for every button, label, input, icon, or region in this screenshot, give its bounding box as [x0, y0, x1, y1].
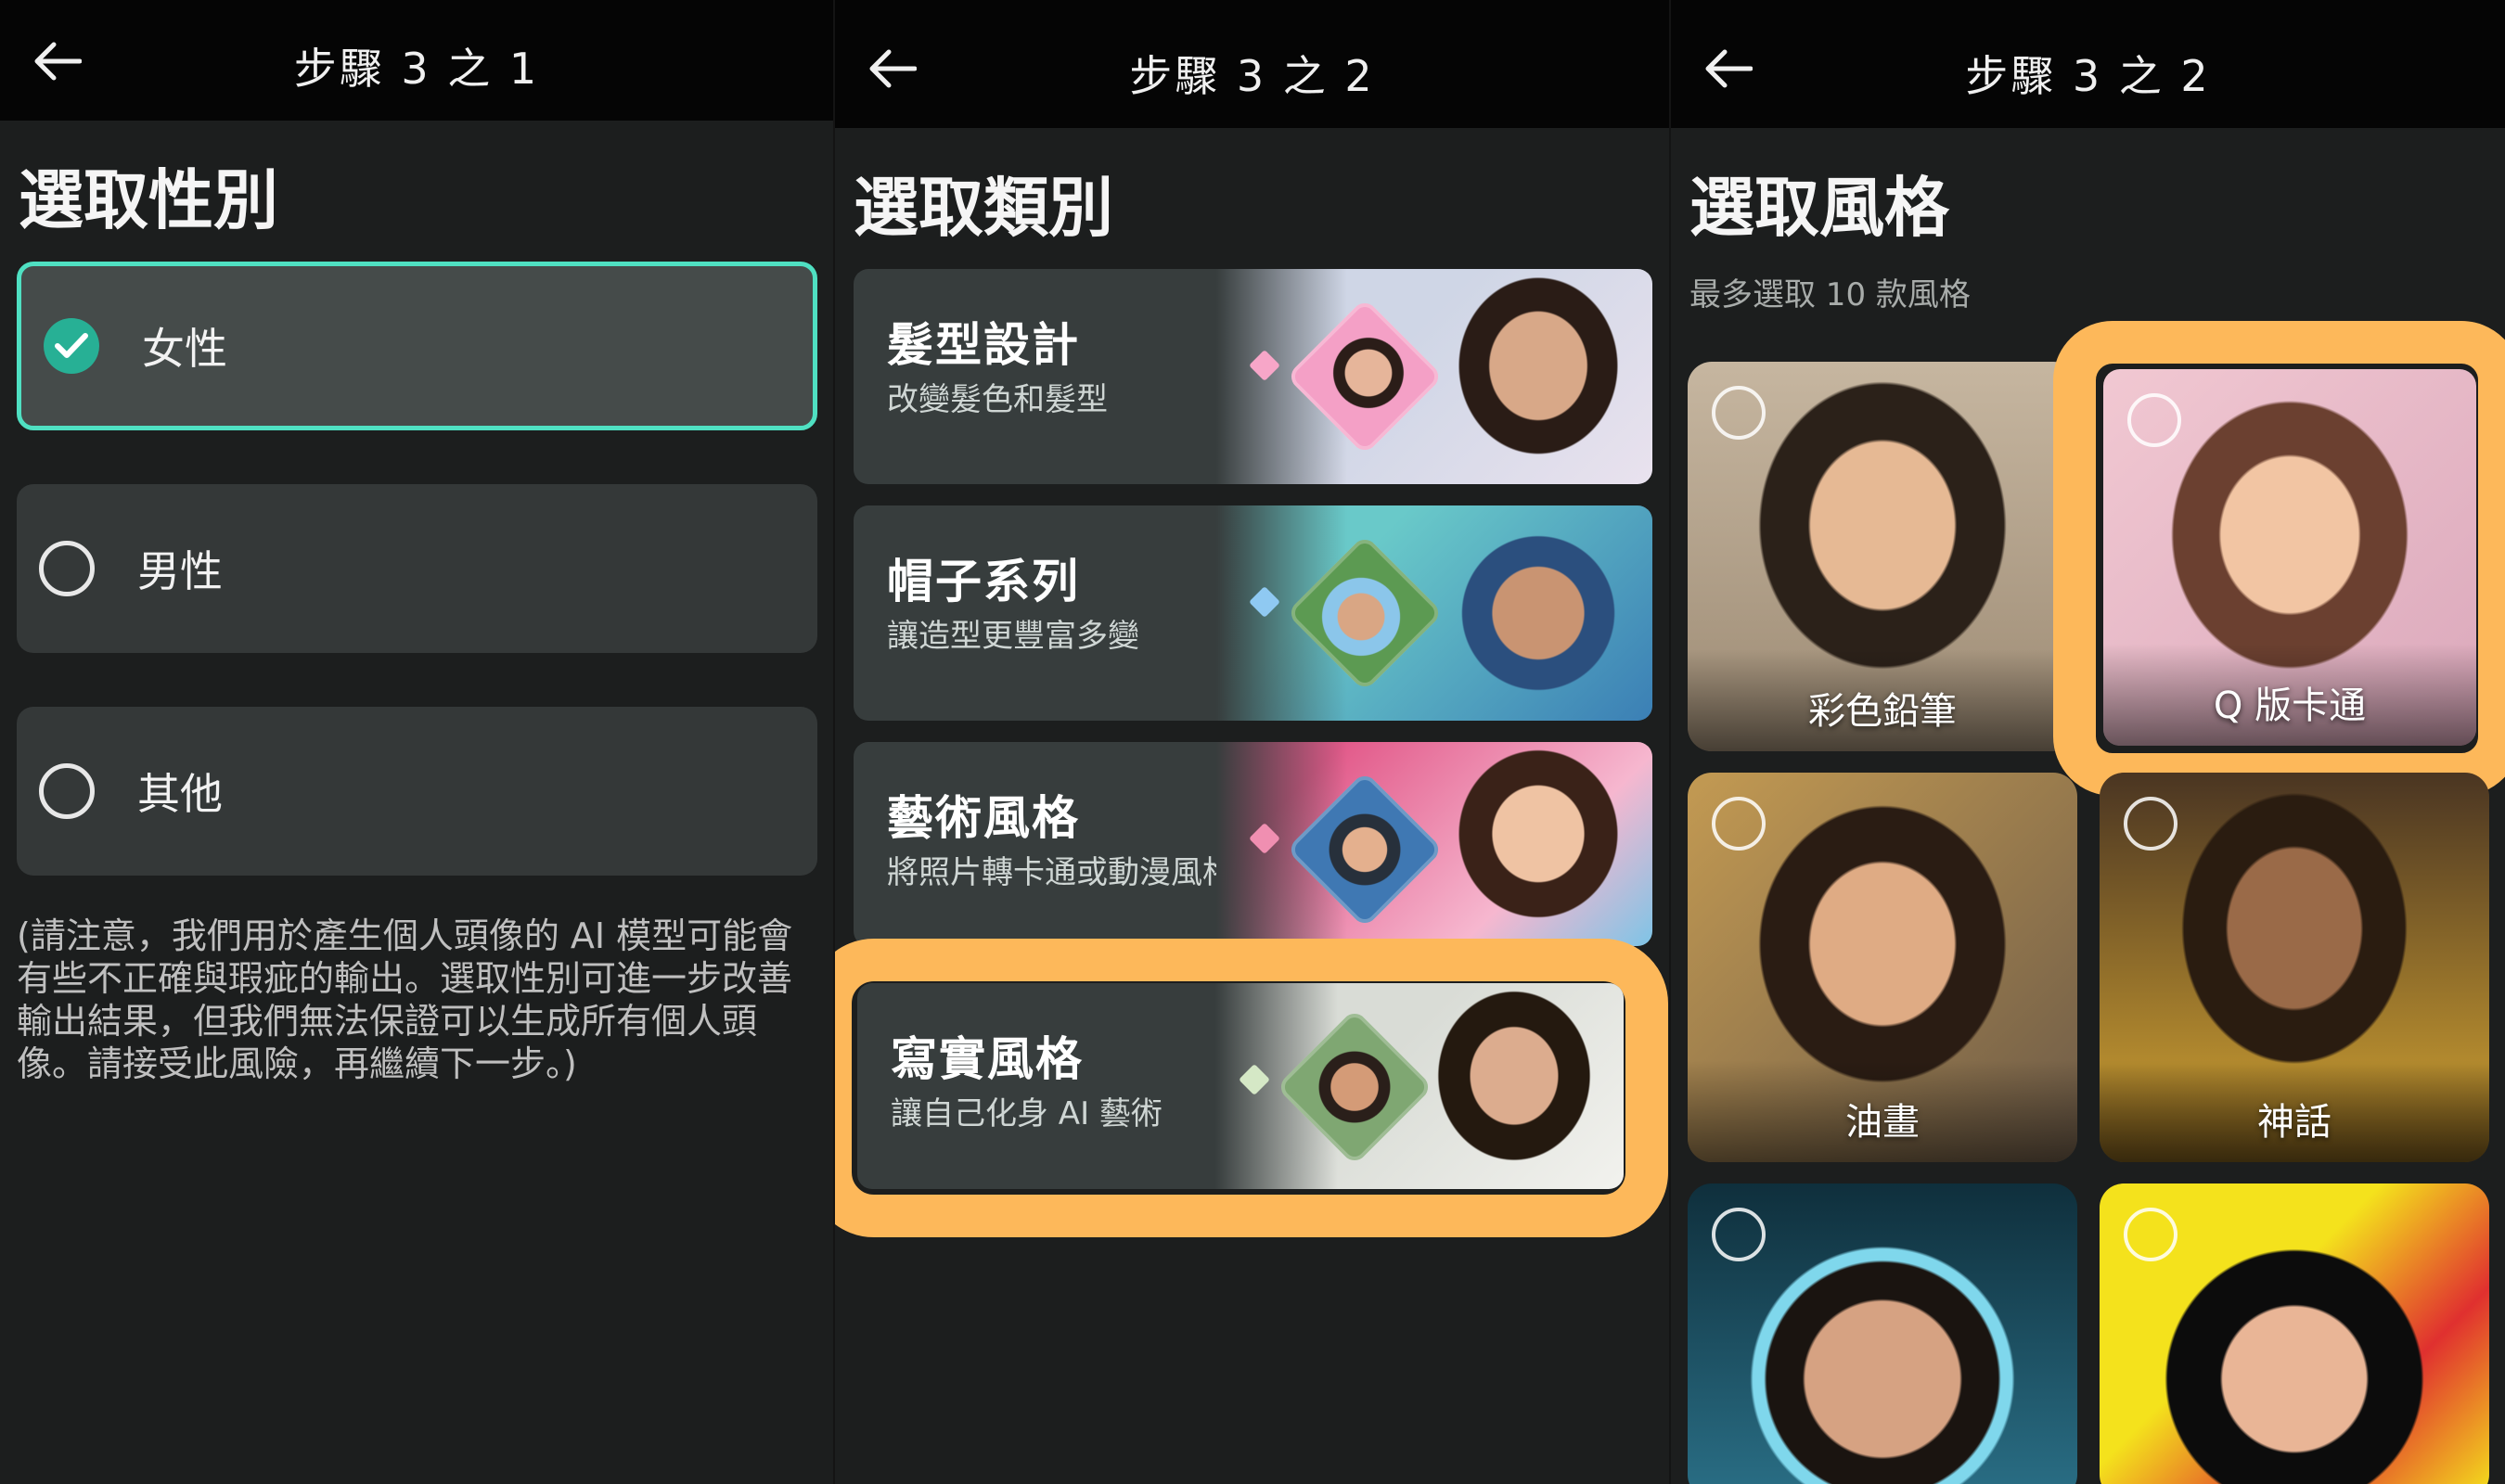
style-label: Q 版卡通: [2213, 684, 2367, 727]
category-card-art-style[interactable]: 藝術風格 將照片轉卡通或動漫風格: [854, 742, 1652, 946]
avatar-preview-large: [1432, 505, 1645, 721]
page-title: 選取風格: [1689, 170, 1949, 246]
category-thumbnail: [1216, 742, 1652, 946]
category-thumbnail: [1216, 269, 1652, 484]
style-panel: 步驟 3 之 2 選取風格 最多選取 10 款風格 彩色鉛筆 Q 版卡通 油畫 …: [1671, 0, 2505, 1484]
top-bar: 步驟 3 之 1: [0, 0, 833, 121]
style-tile-chibi-cartoon[interactable]: Q 版卡通: [2103, 369, 2476, 746]
top-bar: 步驟 3 之 2: [835, 0, 1669, 128]
step-indicator: 步驟 3 之 1: [293, 44, 540, 94]
category-description: 將照片轉卡通或動漫風格: [887, 854, 1234, 891]
checkbox-circle-icon[interactable]: [1712, 797, 1766, 851]
category-description: 讓自己化身 AI 藝術: [891, 1095, 1163, 1132]
option-label: 男性: [137, 546, 223, 596]
style-label: 彩色鉛筆: [1808, 690, 1957, 733]
gender-option-male[interactable]: 男性: [17, 484, 817, 653]
page-title: 選取類別: [854, 170, 1113, 246]
radio-icon: [39, 541, 95, 596]
category-description: 改變髮色和髮型: [887, 381, 1108, 418]
avatar-preview-small: [1286, 534, 1444, 692]
radio-icon: [39, 763, 95, 819]
top-bar: 步驟 3 之 2: [1671, 0, 2505, 128]
category-card-hats[interactable]: 帽子系列 讓造型更豐富多變: [854, 505, 1652, 721]
checkbox-circle-icon[interactable]: [1712, 1208, 1766, 1261]
category-name: 帽子系列: [887, 555, 1080, 608]
avatar-preview-small: [1286, 298, 1444, 455]
option-label: 其他: [137, 769, 223, 819]
decor-diamond: [1249, 823, 1280, 854]
category-card-realistic[interactable]: 寫實風格 讓自己化身 AI 藝術: [857, 983, 1624, 1189]
avatar-preview-large: [1432, 742, 1645, 946]
step-indicator: 步驟 3 之 2: [1965, 51, 2211, 101]
category-thumbnail: [1216, 505, 1652, 721]
category-name: 髮型設計: [887, 318, 1080, 372]
avatar-preview-large: [1432, 269, 1645, 484]
checkbox-circle-icon[interactable]: [1712, 386, 1766, 440]
category-description: 讓造型更豐富多變: [887, 618, 1139, 655]
selection-limit-hint: 最多選取 10 款風格: [1689, 276, 1971, 313]
gender-panel: 步驟 3 之 1 選取性別 女性 男性 其他 (請注意，我們用於產生個人頭像的 …: [0, 0, 833, 1484]
avatar-preview-small: [1286, 771, 1444, 928]
page-title: 選取性別: [19, 162, 278, 238]
style-tile-pop-art[interactable]: [2100, 1183, 2489, 1484]
style-tile-colored-pencil[interactable]: 彩色鉛筆: [1688, 362, 2077, 751]
style-tile-mythology[interactable]: 神話: [2100, 773, 2489, 1162]
style-label: 油畫: [1845, 1101, 1920, 1144]
decor-diamond: [1249, 586, 1280, 618]
style-label: 神話: [2257, 1101, 2332, 1144]
disclaimer-text: (請注意，我們用於產生個人頭像的 AI 模型可能會有些不正確與瑕疵的輸出。選取性…: [17, 915, 793, 1084]
step-indicator: 步驟 3 之 2: [1129, 51, 1375, 101]
checkbox-circle-icon[interactable]: [2124, 1208, 2177, 1261]
category-panel: 步驟 3 之 2 選取類別 髮型設計 改變髮色和髮型 帽子系列 讓造型更豐富多變…: [835, 0, 1669, 1484]
radio-checked-icon: [44, 318, 99, 374]
decor-diamond: [1239, 1064, 1270, 1095]
style-tile-oil-painting[interactable]: 油畫: [1688, 773, 2077, 1162]
style-tile-sci-fi[interactable]: [1688, 1183, 2077, 1484]
option-label: 女性: [142, 324, 227, 374]
category-card-hairstyle[interactable]: 髮型設計 改變髮色和髮型: [854, 269, 1652, 484]
gender-option-female[interactable]: 女性: [17, 262, 817, 430]
gender-option-other[interactable]: 其他: [17, 707, 817, 876]
avatar-preview-large: [1412, 983, 1616, 1189]
avatar-preview-small: [1276, 1008, 1433, 1166]
checkbox-circle-icon[interactable]: [2127, 393, 2181, 447]
category-thumbnail: [1215, 983, 1624, 1189]
decor-diamond: [1249, 350, 1280, 381]
category-name: 寫實風格: [891, 1032, 1084, 1086]
category-name: 藝術風格: [887, 791, 1080, 845]
checkbox-circle-icon[interactable]: [2124, 797, 2177, 851]
